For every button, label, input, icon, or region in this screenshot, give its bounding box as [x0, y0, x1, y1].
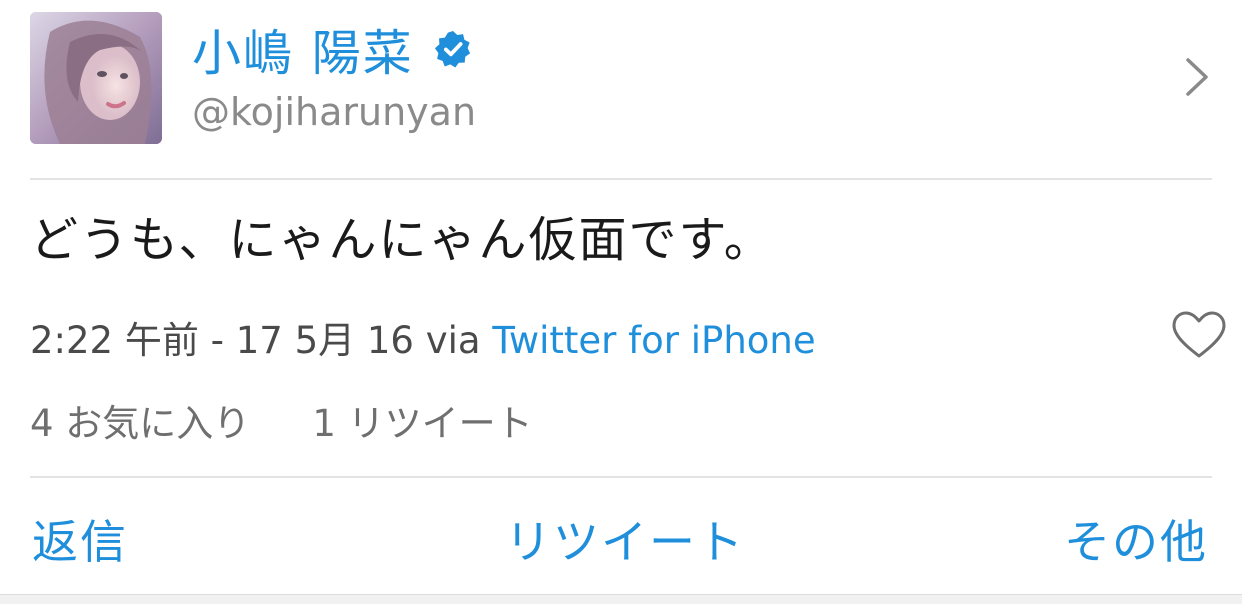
via-label: via — [425, 319, 481, 362]
display-name[interactable]: 小嶋 陽菜 — [192, 14, 414, 85]
verified-badge-icon — [434, 30, 472, 68]
tweet-card: 小嶋 陽菜 @kojiharunyan どうも、にゃんにゃん仮面です。 2:22… — [0, 0, 1242, 604]
avatar-image — [30, 12, 162, 144]
reply-button[interactable]: 返信 — [32, 506, 128, 572]
tweet-stats: 4 お気に入り 1 リツイート — [30, 393, 533, 447]
tweet-timestamp: 2:22 午前 - 17 5月 16 — [30, 319, 414, 362]
retweet-button[interactable]: リツイート — [505, 506, 745, 572]
via-app-link[interactable]: Twitter for iPhone — [492, 319, 815, 362]
favorites-count[interactable]: 4 お気に入り — [30, 393, 250, 447]
tweet-text: どうも、にゃんにゃん仮面です。 — [30, 212, 774, 268]
user-handle[interactable]: @kojiharunyan — [192, 90, 476, 134]
heart-icon[interactable] — [1170, 310, 1228, 360]
retweets-count[interactable]: 1 リツイート — [312, 393, 532, 447]
chevron-right-icon[interactable] — [1180, 52, 1214, 102]
divider — [30, 476, 1212, 478]
divider — [30, 178, 1212, 180]
more-button[interactable]: その他 — [1064, 506, 1208, 572]
tweet-meta: 2:22 午前 - 17 5月 16 via Twitter for iPhon… — [30, 310, 816, 364]
display-name-row: 小嶋 陽菜 — [192, 14, 472, 84]
avatar[interactable] — [30, 12, 162, 144]
